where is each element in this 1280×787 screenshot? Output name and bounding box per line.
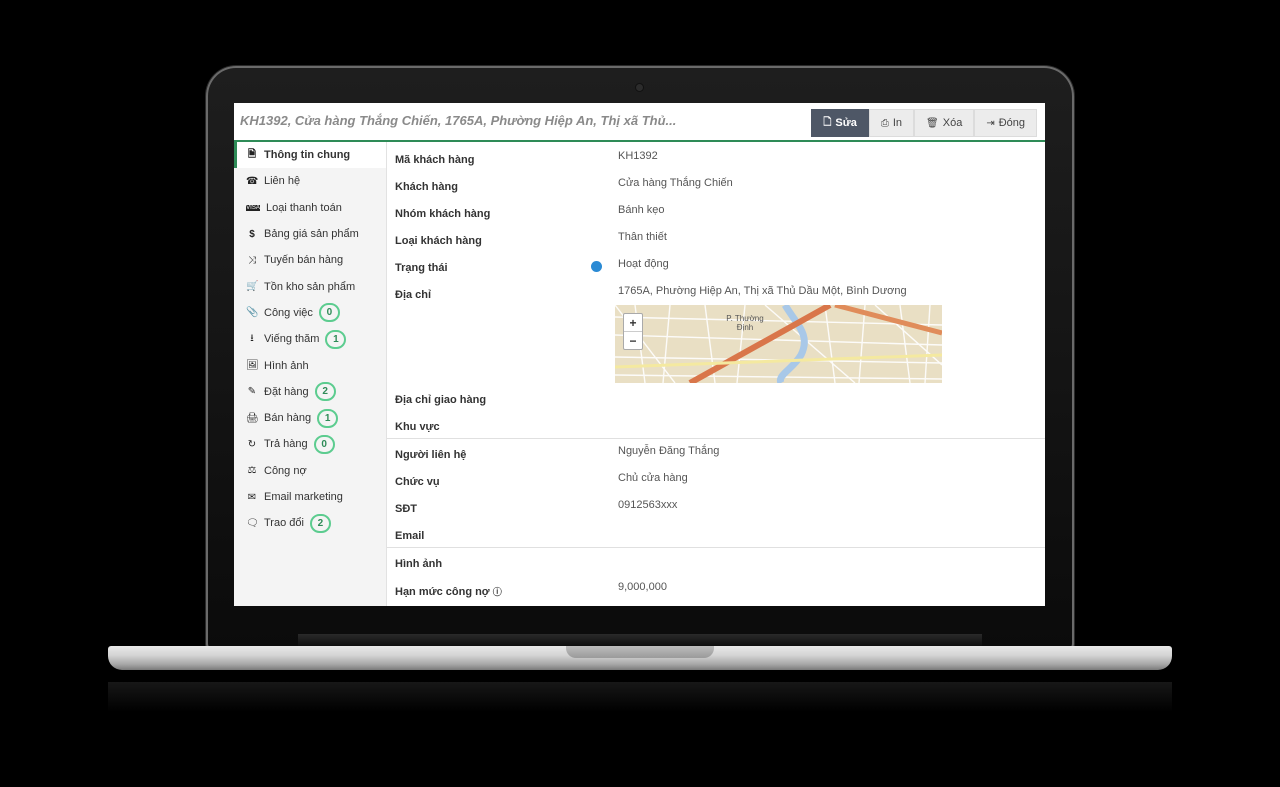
count-badge: 0	[313, 434, 335, 454]
balance-scale-icon: ⚖	[247, 465, 257, 477]
edit-button[interactable]: 🗋 Sửa	[811, 109, 869, 137]
edit-icon: ✎	[247, 386, 257, 398]
info-icon[interactable]: ⓘ	[493, 587, 502, 597]
count-badge: 1	[317, 408, 339, 428]
sign-out-icon: ⇥	[986, 117, 995, 129]
close-button[interactable]: ⇥ Đóng	[974, 109, 1037, 137]
count-badge: 2	[314, 382, 336, 402]
print-icon: ⎙	[880, 117, 889, 129]
sidebar-item-discussion[interactable]: 🗨 Trao đổi 2	[234, 510, 386, 536]
cart-icon: 🛒	[246, 281, 259, 293]
image-icon: 🖼	[246, 360, 259, 372]
refresh-icon: ↻	[247, 438, 257, 450]
map-zoom-control: + −	[623, 313, 643, 350]
shuffle-icon: ⤨	[248, 254, 256, 266]
laptop-notch	[566, 646, 714, 658]
map-place-label: P. Thường Định	[726, 314, 764, 332]
sidebar-item-inventory[interactable]: 🛒 Tồn kho sản phẩm	[234, 273, 386, 299]
sidebar-item-sales-route[interactable]: ⤨ Tuyến bán hàng	[234, 247, 386, 273]
laptop-hinge	[298, 634, 982, 646]
sidebar-item-debt[interactable]: ⚖ Công nợ	[234, 458, 386, 484]
sidebar-item-payment-type[interactable]: VISA Loại thanh toán	[234, 195, 386, 221]
count-badge: 0	[318, 303, 340, 323]
paperclip-icon: 📎	[246, 307, 259, 319]
delete-button[interactable]: 🗑 Xóa	[914, 109, 975, 137]
sidebar-item-visits[interactable]: ⭳ Viếng thăm 1	[234, 326, 386, 352]
toolbar: 🗋 Sửa ⎙ In 🗑 Xóa ⇥ Đóng	[811, 109, 1037, 137]
sidebar-item-tasks[interactable]: 📎 Công việc 0	[234, 300, 386, 326]
detail-panel: Mã khách hàng KH1392 Khách hàng Cửa hàng T…	[387, 142, 1045, 606]
camera-icon	[636, 84, 643, 91]
section-divider	[387, 438, 1045, 439]
map-tiles	[615, 305, 942, 383]
laptop-reflection	[108, 682, 1172, 712]
download-icon: ⭳	[250, 332, 254, 344]
detail-header: KH1392, Cửa hàng Thắng Chiến, 1765A, Phư…	[234, 103, 1045, 142]
sidebar-item-email-marketing[interactable]: ✉ Email marketing	[234, 484, 386, 510]
sidebar-item-images[interactable]: 🖼 Hình ảnh	[234, 352, 386, 378]
count-badge: 1	[325, 329, 347, 349]
sidebar: 🗎 Thông tin chung ☎ Liên hệ VISA Loại thanh…	[234, 142, 387, 606]
section-divider	[387, 547, 1045, 548]
file-icon: 🗋	[823, 116, 832, 128]
count-badge: 2	[309, 513, 331, 533]
trash-icon: 🗑	[926, 117, 939, 129]
phone-icon: ☎	[246, 175, 259, 187]
zoom-in-button[interactable]: +	[624, 314, 642, 331]
sidebar-item-contact[interactable]: ☎ Liên hệ	[234, 168, 386, 194]
sidebar-item-sales[interactable]: 🖨 Bán hàng 1	[234, 405, 386, 431]
print-button[interactable]: ⎙ In	[868, 109, 915, 137]
fax-icon: 🖨	[246, 412, 259, 424]
comments-icon: 🗨	[246, 517, 259, 529]
sidebar-item-price-list[interactable]: $ Bảng giá sản phẩm	[234, 221, 386, 247]
page-title: KH1392, Cửa hàng Thắng Chiến, 1765A, Phư…	[240, 113, 677, 128]
sidebar-item-general-info[interactable]: 🗎 Thông tin chung	[234, 142, 386, 169]
visa-card-icon: VISA	[246, 204, 260, 211]
app-window: KH1392, Cửa hàng Thắng Chiến, 1765A, Phư…	[234, 103, 1045, 606]
sidebar-item-returns[interactable]: ↻ Trả hàng 0	[234, 431, 386, 457]
document-icon: 🗎	[247, 148, 257, 160]
envelope-icon: ✉	[247, 491, 257, 503]
zoom-out-button[interactable]: −	[624, 331, 642, 349]
location-map[interactable]: + − P. Thường Định	[615, 305, 942, 383]
dollar-icon: $	[249, 228, 255, 240]
status-dot	[591, 261, 602, 272]
sidebar-item-orders[interactable]: ✎ Đặt hàng 2	[234, 379, 386, 405]
